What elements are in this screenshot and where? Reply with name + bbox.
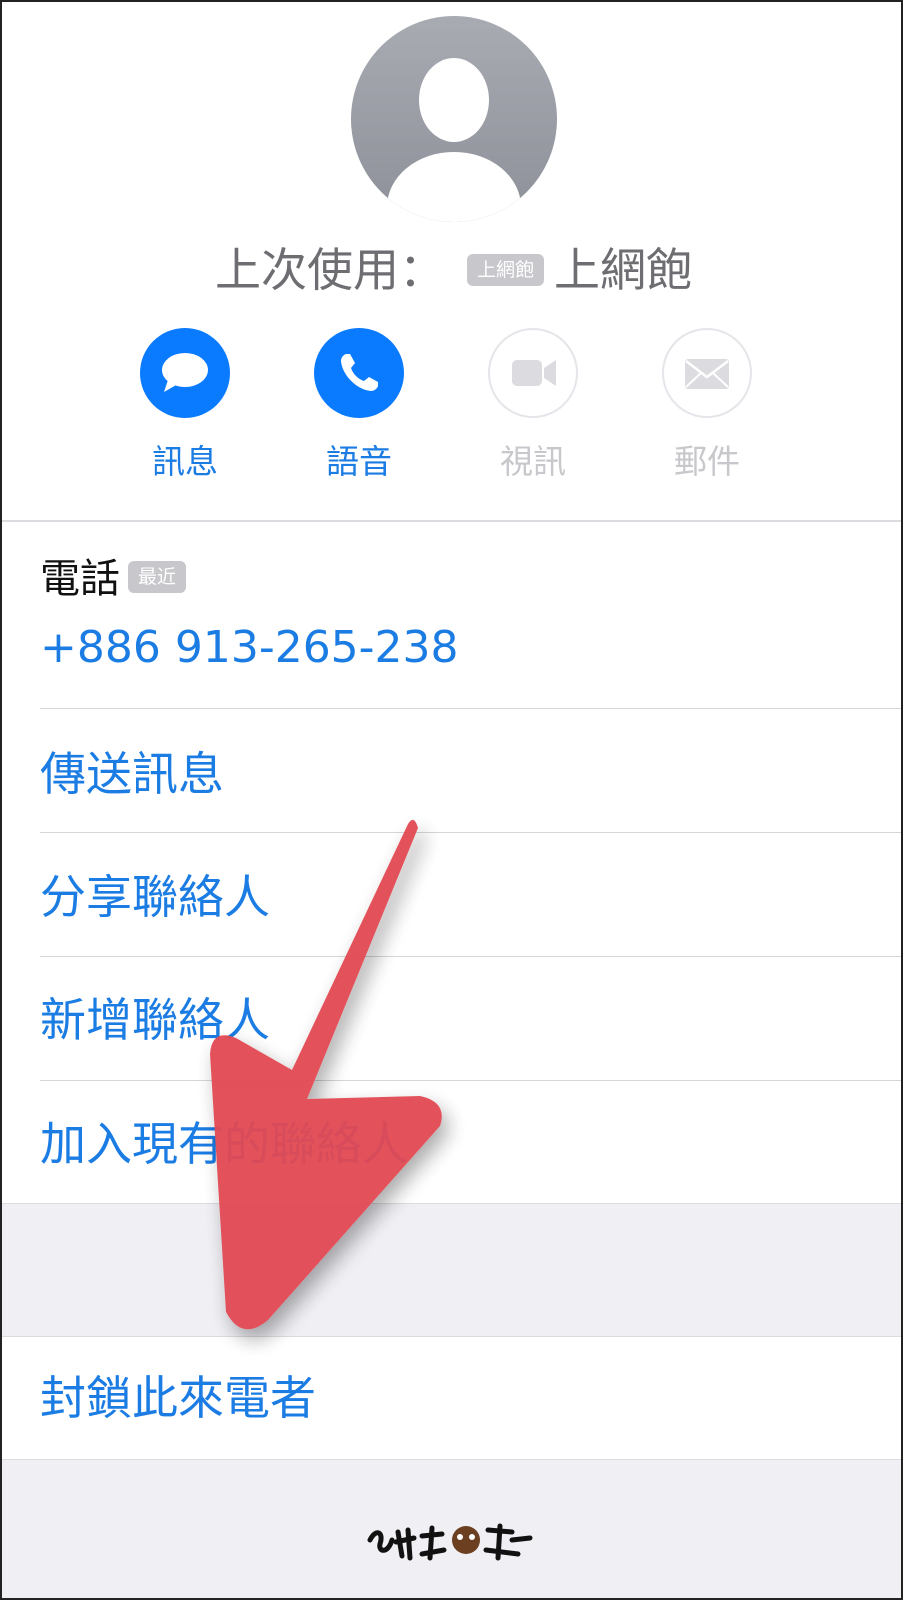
message-action-button[interactable]: 訊息	[120, 328, 250, 482]
voice-call-action-label: 語音	[326, 442, 392, 481]
row-divider	[40, 956, 901, 957]
row-divider	[40, 832, 901, 833]
last-used-prefix: 上次使用：	[214, 243, 445, 297]
voice-call-action-button[interactable]: 語音	[294, 328, 424, 482]
phone-number-link[interactable]: +886 913-265-238	[40, 620, 459, 676]
create-new-contact-row[interactable]: 新增聯絡人	[40, 990, 270, 1050]
section-divider	[2, 1203, 901, 1204]
phone-icon[interactable]	[314, 328, 404, 418]
block-caller-row[interactable]: 封鎖此來電者	[40, 1368, 316, 1428]
contact-avatar	[351, 16, 557, 222]
action-buttons-row: 訊息 語音 視訊 郵件	[2, 328, 901, 488]
send-message-row[interactable]: 傳送訊息	[40, 744, 224, 804]
header-divider	[2, 520, 901, 522]
row-divider	[40, 708, 901, 709]
mail-envelope-icon[interactable]	[662, 328, 752, 418]
video-action-button[interactable]: 視訊	[468, 328, 598, 482]
video-camera-icon[interactable]	[488, 328, 578, 418]
phone-label-text: 電話	[40, 556, 120, 602]
video-action-label: 視訊	[500, 442, 566, 481]
contact-info-screen: 上次使用： 上網飽 上網飽 訊息 語音 視訊 郵件 電話 最近 +886 913…	[0, 0, 903, 1600]
last-used-line: 上次使用： 上網飽 上網飽	[2, 242, 901, 298]
section-spacer	[2, 1204, 901, 1337]
last-used-value: 上網飽	[554, 243, 692, 297]
row-divider	[40, 1080, 901, 1081]
mail-action-label: 郵件	[674, 442, 740, 481]
recent-badge: 最近	[128, 561, 187, 593]
section-divider	[2, 1336, 901, 1337]
add-to-existing-contact-row[interactable]: 加入現有的聯絡人	[40, 1114, 408, 1174]
message-action-label: 訊息	[152, 442, 218, 481]
message-bubble-icon[interactable]	[140, 328, 230, 418]
last-used-tag: 上網飽	[466, 253, 544, 286]
share-contact-row[interactable]: 分享聯絡人	[40, 867, 270, 927]
watermark-logo	[367, 1523, 533, 1561]
mail-action-button[interactable]: 郵件	[642, 328, 772, 482]
section-divider	[2, 1459, 901, 1460]
phone-field-label: 電話 最近	[40, 555, 187, 603]
